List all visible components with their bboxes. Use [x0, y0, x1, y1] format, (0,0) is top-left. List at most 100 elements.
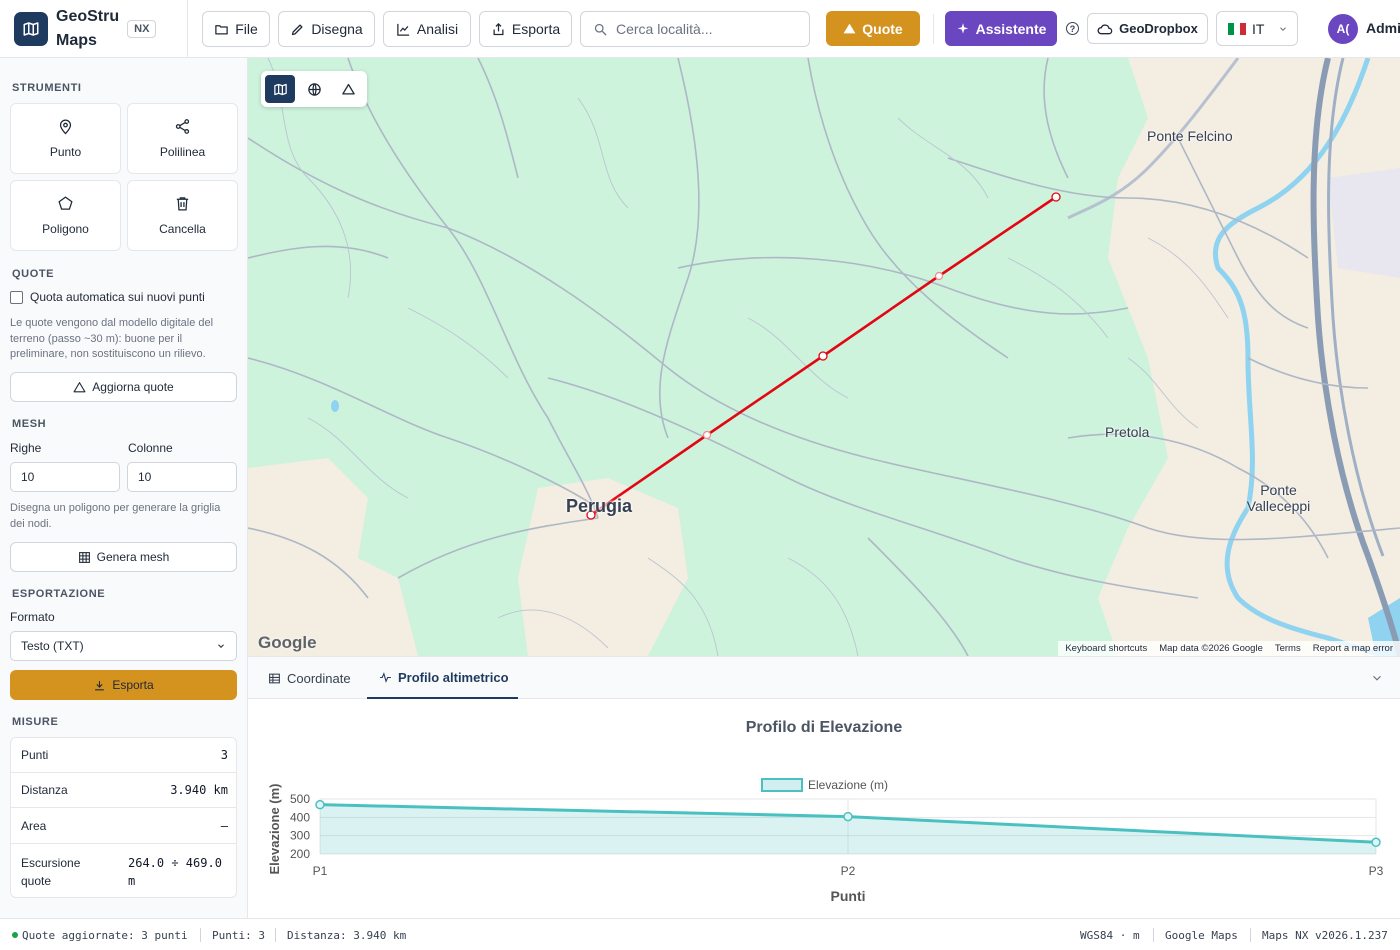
pentagon-icon — [58, 196, 73, 210]
quote-button[interactable]: Quote — [826, 11, 920, 46]
top-bar: GeoStru Maps NX File Disegna Analisi Esp… — [0, 0, 1400, 58]
version-badge: NX — [127, 19, 157, 38]
tool-delete-button[interactable]: Cancella — [127, 180, 238, 251]
update-quotes-label: Aggiorna quote — [92, 380, 174, 394]
table-icon — [269, 673, 280, 683]
sparkle-icon — [957, 22, 968, 34]
auto-quote-checkbox[interactable] — [10, 290, 23, 304]
map-pin-icon — [59, 119, 72, 135]
status-distance: Distanza: 3.940 km — [287, 929, 407, 942]
chevron-down-icon — [218, 644, 224, 648]
status-provider: Google Maps — [1165, 929, 1238, 942]
chevron-down-icon — [1373, 675, 1381, 681]
satellite-view-button[interactable] — [299, 75, 329, 103]
tool-polygon-button[interactable]: Poligono — [10, 180, 121, 251]
place-label-ponte-valleceppi-line-1: Ponte — [1260, 482, 1297, 498]
help-icon[interactable]: ? — [1066, 22, 1079, 35]
language-select[interactable]: IT — [1216, 11, 1298, 46]
terms-link[interactable]: Terms — [1275, 643, 1301, 654]
place-label-pretola: Pretola — [1105, 424, 1150, 440]
place-label-ponte-valleceppi-line-2: Valleceppi — [1246, 498, 1311, 514]
map-canvas[interactable]: Ponte Felcino Perugia Pretola Ponte Vall… — [248, 58, 1400, 656]
search-input[interactable] — [616, 21, 796, 37]
distance-value: 3.940 km — [170, 783, 228, 797]
map-view-button[interactable] — [265, 75, 295, 103]
quote-button-label: Quote — [862, 20, 903, 37]
terrain-view-button[interactable] — [333, 75, 363, 103]
generate-mesh-button[interactable]: Genera mesh — [10, 542, 237, 572]
auto-quote-checkbox-row[interactable]: Quota automatica sui nuovi punti — [10, 290, 205, 304]
measure-row-area: Area — — [11, 808, 236, 844]
status-divider — [200, 928, 201, 942]
avatar[interactable]: A( — [1328, 14, 1358, 44]
status-divider — [275, 928, 276, 942]
mesh-section-title: MESH — [12, 418, 47, 430]
legend-swatch — [761, 778, 803, 792]
rows-input[interactable]: 10 — [10, 462, 120, 492]
data-point — [1371, 837, 1381, 848]
collapse-panel-button[interactable] — [1370, 671, 1384, 688]
download-icon — [95, 680, 105, 690]
tool-polyline-button[interactable]: Polilinea — [127, 103, 238, 174]
measures-card: Punti 3 Distanza 3.940 km Area — Escursi… — [10, 737, 237, 898]
file-menu-label: File — [235, 21, 258, 37]
geodropbox-label: GeoDropbox — [1119, 21, 1198, 36]
brand-line-1: GeoStru — [56, 7, 120, 25]
assistant-button[interactable]: Assistente — [945, 11, 1057, 46]
folder-icon — [215, 24, 228, 34]
cols-input[interactable]: 10 — [127, 462, 237, 492]
tab-profile[interactable]: Profilo altimetrico — [367, 657, 518, 699]
report-error-link[interactable]: Report a map error — [1313, 643, 1393, 654]
keyboard-shortcuts-link[interactable]: Keyboard shortcuts — [1065, 643, 1147, 654]
format-label: Formato — [10, 610, 55, 624]
y-tick-label: 300 — [290, 829, 310, 843]
user-name[interactable]: Admin — [1366, 20, 1400, 36]
measure-row-distance: Distanza 3.940 km — [11, 773, 236, 808]
status-dot-icon — [12, 932, 18, 938]
tool-point-button[interactable]: Punto — [10, 103, 121, 174]
tool-point-label: Punto — [49, 145, 82, 159]
export-button[interactable]: Esporta — [10, 670, 237, 700]
tab-coordinates[interactable]: Coordinate — [268, 657, 351, 699]
tool-polyline-label: Polilinea — [159, 145, 206, 159]
file-menu-button[interactable]: File — [202, 11, 270, 47]
map-data-credit: Map data ©2026 Google — [1159, 643, 1263, 654]
tool-polygon-label: Poligono — [42, 222, 89, 236]
y-tick-label: 500 — [290, 792, 310, 806]
trash-icon — [176, 197, 189, 211]
activity-icon — [380, 671, 391, 683]
generate-mesh-label: Genera mesh — [96, 550, 170, 564]
warning-triangle-icon — [843, 23, 856, 34]
area-value: — — [220, 818, 228, 833]
legend-label: Elevazione (m) — [808, 778, 888, 792]
search-box[interactable] — [580, 11, 810, 47]
format-select-value: Testo (TXT) — [21, 639, 84, 653]
update-quotes-button[interactable]: Aggiorna quote — [10, 372, 237, 402]
export-menu-button[interactable]: Esporta — [479, 11, 572, 47]
range-label-line-1: Escursione — [21, 856, 81, 870]
measure-row-points: Punti 3 — [11, 738, 236, 773]
range-label-line-2: quote — [21, 874, 52, 888]
export-menu-label: Esporta — [511, 21, 561, 37]
quote-note: Le quote vengono dal modello digitale de… — [10, 317, 214, 360]
status-message: Quote aggiornate: 3 punti — [12, 929, 188, 942]
analysis-menu-button[interactable]: Analisi — [383, 11, 471, 47]
measure-row-range: Escursione quote 264.0 ÷ 469.0 m — [11, 844, 236, 897]
tool-delete-label: Cancella — [159, 222, 206, 236]
y-tick-label: 200 — [290, 847, 310, 861]
geodropbox-button[interactable]: GeoDropbox — [1087, 13, 1208, 44]
export-section-title: ESPORTAZIONE — [12, 588, 106, 600]
status-crs: WGS84 · m — [1080, 929, 1140, 942]
line-chart-icon — [397, 23, 409, 36]
map-attribution: Keyboard shortcuts Map data ©2026 Google… — [1058, 641, 1400, 656]
draw-menu-button[interactable]: Disegna — [278, 11, 375, 47]
format-select[interactable]: Testo (TXT) — [10, 631, 237, 661]
map-background — [248, 58, 1400, 656]
polyline-icon — [175, 119, 190, 134]
globe-icon — [307, 82, 321, 96]
status-divider — [1153, 928, 1154, 942]
bottom-panel: Coordinate Profilo altimetrico Profilo d… — [248, 656, 1400, 918]
range-value-line-2: m — [128, 874, 136, 888]
elevation-chart: Elevazione (m) P1 P2 P3 200 300 400 500 Punti… — [267, 778, 1384, 904]
status-bar: Quote aggiornate: 3 punti Punti: 3 Dista… — [0, 918, 1400, 950]
